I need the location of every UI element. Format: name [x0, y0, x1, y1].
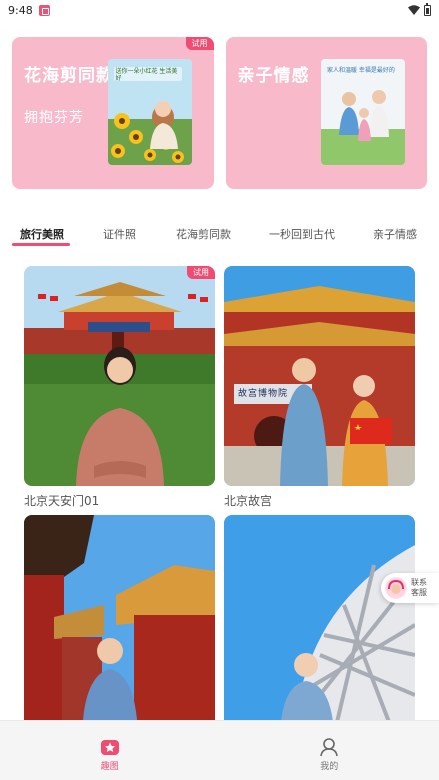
battery-icon [424, 2, 431, 16]
promo-card-flower[interactable]: 花海剪同款 拥抱芬芳 送你一朵小红花 生活美好 试用 [12, 37, 214, 189]
promo-card-title: 亲子情感 [237, 66, 310, 86]
template-label: 北京天安门01 [24, 494, 100, 508]
template-card-tiananmen[interactable]: 试用 [24, 266, 215, 486]
headset-agent-icon [385, 577, 407, 599]
wifi-icon [408, 5, 420, 15]
promo-thumbnail-flower: 送你一朵小红花 生活美好 [107, 59, 192, 165]
promo-card-title: 花海剪同款 [24, 66, 114, 86]
tab-ancient[interactable]: 一秒回到古代 [269, 226, 335, 242]
app-notification-icon [38, 4, 50, 16]
tab-flower[interactable]: 花海剪同款 [176, 226, 231, 242]
nav-label: 趣图 [100, 762, 119, 772]
profile-icon [320, 738, 339, 757]
promo-card-family[interactable]: 亲子情感 家人和温暖 幸福是最好的 [225, 37, 427, 189]
status-time: 9:48 [8, 3, 33, 17]
promo-cards: 花海剪同款 拥抱芬芳 送你一朵小红花 生活美好 试用 亲子情感 家人和温暖 幸福… [12, 37, 427, 189]
promo-thumbnail-family: 家人和温暖 幸福是最好的 [321, 59, 405, 165]
active-tab-indicator [12, 243, 70, 246]
trial-badge: 试用 [187, 266, 215, 279]
category-tabs: 旅行美照 证件照 花海剪同款 一秒回到古代 亲子情感 [0, 222, 439, 248]
promo-thumbnail-caption: 家人和温暖 幸福是最好的 [327, 67, 395, 74]
template-label: 北京故宫 [224, 494, 273, 508]
template-card-birds-nest[interactable] [224, 515, 415, 735]
home-star-icon [100, 740, 119, 755]
tab-family[interactable]: 亲子情感 [373, 226, 417, 242]
template-card-forbidden-city[interactable]: 故宫博物院 [224, 266, 415, 486]
customer-service-label: 联系客服 [411, 578, 427, 597]
trial-badge: 试用 [185, 37, 214, 50]
palace-sign: 故宫博物院 [238, 389, 289, 399]
nav-label: 我的 [320, 762, 339, 772]
template-card-palace-corridor[interactable] [24, 515, 215, 735]
tab-id-photo[interactable]: 证件照 [103, 226, 136, 242]
status-icons [408, 2, 431, 16]
nav-item-fun-images[interactable]: 趣图 [0, 721, 220, 780]
promo-card-subtitle: 拥抱芬芳 [24, 110, 84, 126]
status-bar: 9:48 [0, 0, 439, 20]
bottom-nav: 趣图 我的 [0, 720, 439, 780]
promo-thumbnail-caption: 送你一朵小红花 生活美好 [115, 68, 178, 82]
customer-service-button[interactable]: 联系客服 [381, 573, 439, 603]
nav-item-mine[interactable]: 我的 [220, 721, 439, 780]
tab-travel[interactable]: 旅行美照 [20, 226, 64, 242]
